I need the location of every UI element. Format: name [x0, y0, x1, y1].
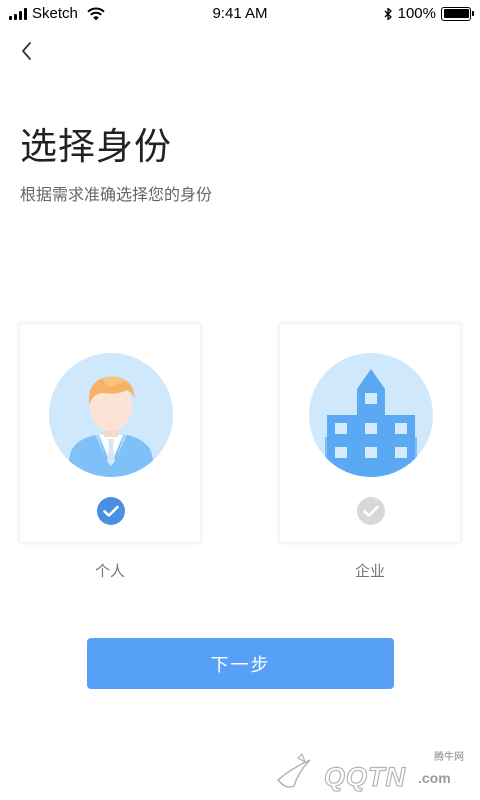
option-card-personal[interactable]: [19, 323, 201, 543]
page-title: 选择身份: [20, 125, 172, 168]
option-card-company[interactable]: [279, 323, 461, 543]
identity-selection-screen: Sketch 9:41 AM 100% 选择身份 根据需求准确选择您的身份 个人…: [0, 0, 480, 800]
status-bar: Sketch 9:41 AM 100%: [0, 0, 480, 28]
person-avatar-icon: [49, 353, 173, 477]
watermark: 腾牛网 QQTN .com: [268, 748, 478, 800]
battery-fill: [443, 9, 469, 18]
selected-check-icon: [97, 497, 125, 525]
watermark-brand: QQTN: [323, 761, 406, 792]
bluetooth-icon: [384, 7, 392, 20]
battery-percent: 100%: [397, 5, 436, 22]
battery-icon: [441, 6, 474, 21]
watermark-site-name: 腾牛网: [434, 752, 464, 763]
back-button[interactable]: [14, 36, 40, 66]
watermark-domain: .com: [418, 770, 451, 786]
next-button[interactable]: 下一步: [87, 638, 394, 689]
chevron-left-icon: [22, 42, 31, 60]
building-icon: [309, 353, 433, 477]
page-subtitle: 根据需求准确选择您的身份: [20, 185, 213, 204]
option-label-company: 企业: [354, 562, 385, 580]
option-label-personal: 个人: [94, 562, 125, 580]
watermark-logo-icon: [276, 752, 311, 788]
unselected-check-icon: [357, 497, 385, 525]
status-right: 100%: [383, 5, 474, 22]
